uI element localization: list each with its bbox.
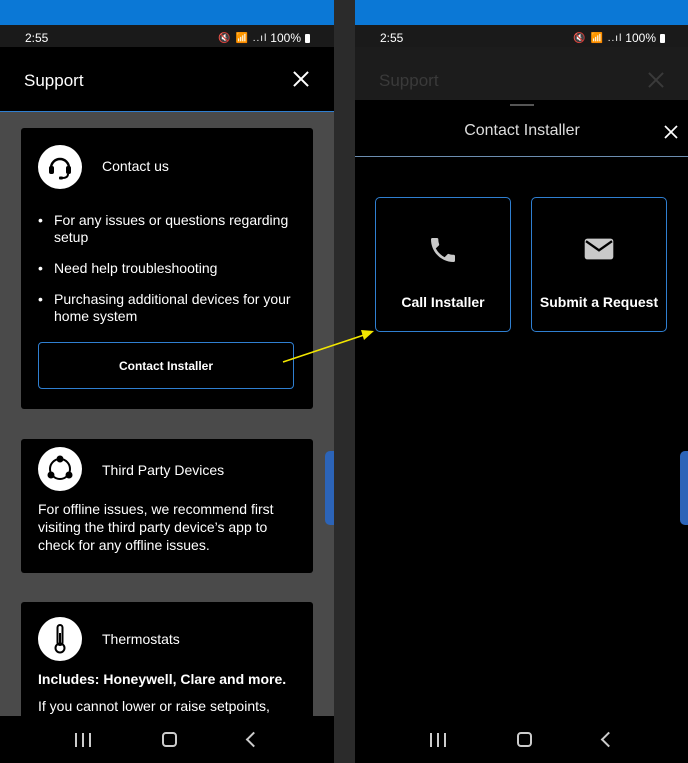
navigation-bar: [0, 716, 334, 763]
contact-bullet-list: For any issues or questions regarding se…: [38, 212, 299, 339]
headset-icon: [38, 145, 82, 189]
dimmed-background-header: Support: [355, 47, 688, 100]
call-installer-label: Call Installer: [401, 294, 485, 310]
close-icon: [645, 69, 667, 91]
battery-percent: 100%: [625, 31, 656, 45]
battery-percent: 100%: [270, 31, 301, 45]
signal-icons: 🔇 📶 ..ıl: [218, 32, 268, 44]
contact-us-card: Contact us For any issues or questions r…: [21, 128, 313, 409]
status-time: 2:55: [380, 31, 404, 45]
support-header: Support: [0, 47, 334, 112]
third-party-title: Third Party Devices: [102, 462, 225, 478]
status-right: 🔇 📶 ..ıl 100%: [573, 31, 665, 45]
third-party-devices-card: Third Party Devices For offline issues, …: [21, 439, 313, 573]
divider: [355, 156, 688, 157]
side-panel-handle[interactable]: [325, 451, 334, 525]
contact-installer-sheet: Contact Installer Call Installer Submit …: [355, 100, 688, 716]
third-party-text: For offline issues, we recommend first v…: [38, 501, 274, 553]
status-bar: 2:55 🔇 📶 ..ıl 100%: [0, 25, 334, 47]
top-color-bar: [355, 0, 688, 25]
back-icon[interactable]: [600, 731, 616, 748]
status-time: 2:55: [25, 31, 49, 45]
recent-apps-icon[interactable]: [430, 732, 447, 747]
status-right: 🔇 📶 ..ıl 100%: [218, 31, 310, 45]
thermometer-icon: [38, 617, 82, 661]
navigation-bar: [355, 716, 688, 763]
phone-icon: [427, 234, 459, 271]
thermostats-title: Thermostats: [102, 631, 180, 647]
sheet-title: Contact Installer: [464, 122, 580, 139]
close-icon[interactable]: [662, 123, 681, 142]
recent-apps-icon[interactable]: [75, 732, 92, 747]
top-color-bar: [0, 0, 334, 25]
submit-request-label: Submit a Request: [539, 294, 659, 310]
side-panel-handle[interactable]: [680, 451, 688, 525]
list-item: Need help troubleshooting: [38, 260, 299, 277]
close-icon[interactable]: [290, 68, 312, 90]
submit-request-button[interactable]: Submit a Request: [531, 197, 667, 332]
battery-icon: [660, 33, 665, 43]
share-network-icon: [38, 447, 82, 491]
list-item: Purchasing additional devices for your h…: [38, 291, 299, 325]
battery-icon: [305, 33, 310, 43]
contact-installer-button[interactable]: Contact Installer: [38, 342, 294, 389]
page-title: Support: [24, 71, 84, 90]
contact-us-title: Contact us: [102, 158, 169, 174]
support-content[interactable]: Contact us For any issues or questions r…: [0, 112, 334, 716]
list-item: For any issues or questions regarding se…: [38, 212, 299, 246]
back-icon[interactable]: [245, 731, 261, 748]
mail-icon: [583, 236, 615, 267]
signal-icons: 🔇 📶 ..ıl: [573, 32, 623, 44]
home-icon[interactable]: [161, 732, 177, 747]
thermostats-subtitle: Includes: Honeywell, Clare and more.: [38, 671, 287, 687]
sheet-drag-handle[interactable]: [510, 104, 534, 106]
status-bar: 2:55 🔇 📶 ..ıl 100%: [355, 25, 688, 47]
thermostats-text: If you cannot lower or raise setpoints,: [38, 698, 270, 714]
support-screen: 2:55 🔇 📶 ..ıl 100% Support Contact us • …: [0, 0, 334, 763]
call-installer-button[interactable]: Call Installer: [375, 197, 511, 332]
dimmed-page-title: Support: [379, 71, 439, 90]
home-icon[interactable]: [516, 732, 532, 747]
contact-installer-screen: 2:55 🔇 📶 ..ıl 100% Support Contact Insta…: [355, 0, 688, 763]
thermostats-card: Thermostats Includes: Honeywell, Clare a…: [21, 602, 313, 716]
